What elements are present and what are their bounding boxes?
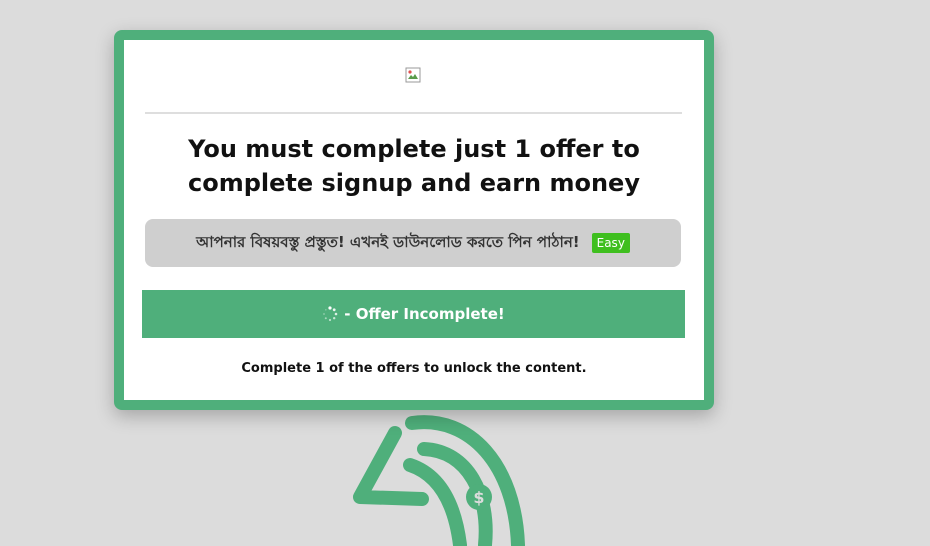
offer-status-bar: - Offer Incomplete! [142,290,685,338]
money-logo-icon: $ [353,415,525,546]
broken-image-icon [405,67,421,83]
offer-item[interactable]: আপনার বিষয়বস্তু প্রস্তুত! এখনই ডাউনলোড … [145,219,681,267]
headline-line-2: complete signup and earn money [188,169,640,197]
headline-line-1: You must complete just 1 offer to [188,135,640,163]
svg-text:$: $ [473,488,484,507]
page: $ You must complete just 1 offer to comp… [0,0,930,546]
difficulty-badge: Easy [591,233,630,253]
page-title: You must complete just 1 offer to comple… [154,132,674,200]
loading-spinner-icon [323,306,338,322]
unlock-instruction: Complete 1 of the offers to unlock the c… [241,361,587,376]
offer-status-text: - Offer Incomplete! [344,305,505,323]
divider [145,112,682,114]
offer-modal: You must complete just 1 offer to comple… [114,30,714,410]
offer-title: আপনার বিষয়বস্তু প্রস্তুত! এখনই ডাউনলোড … [196,232,580,251]
